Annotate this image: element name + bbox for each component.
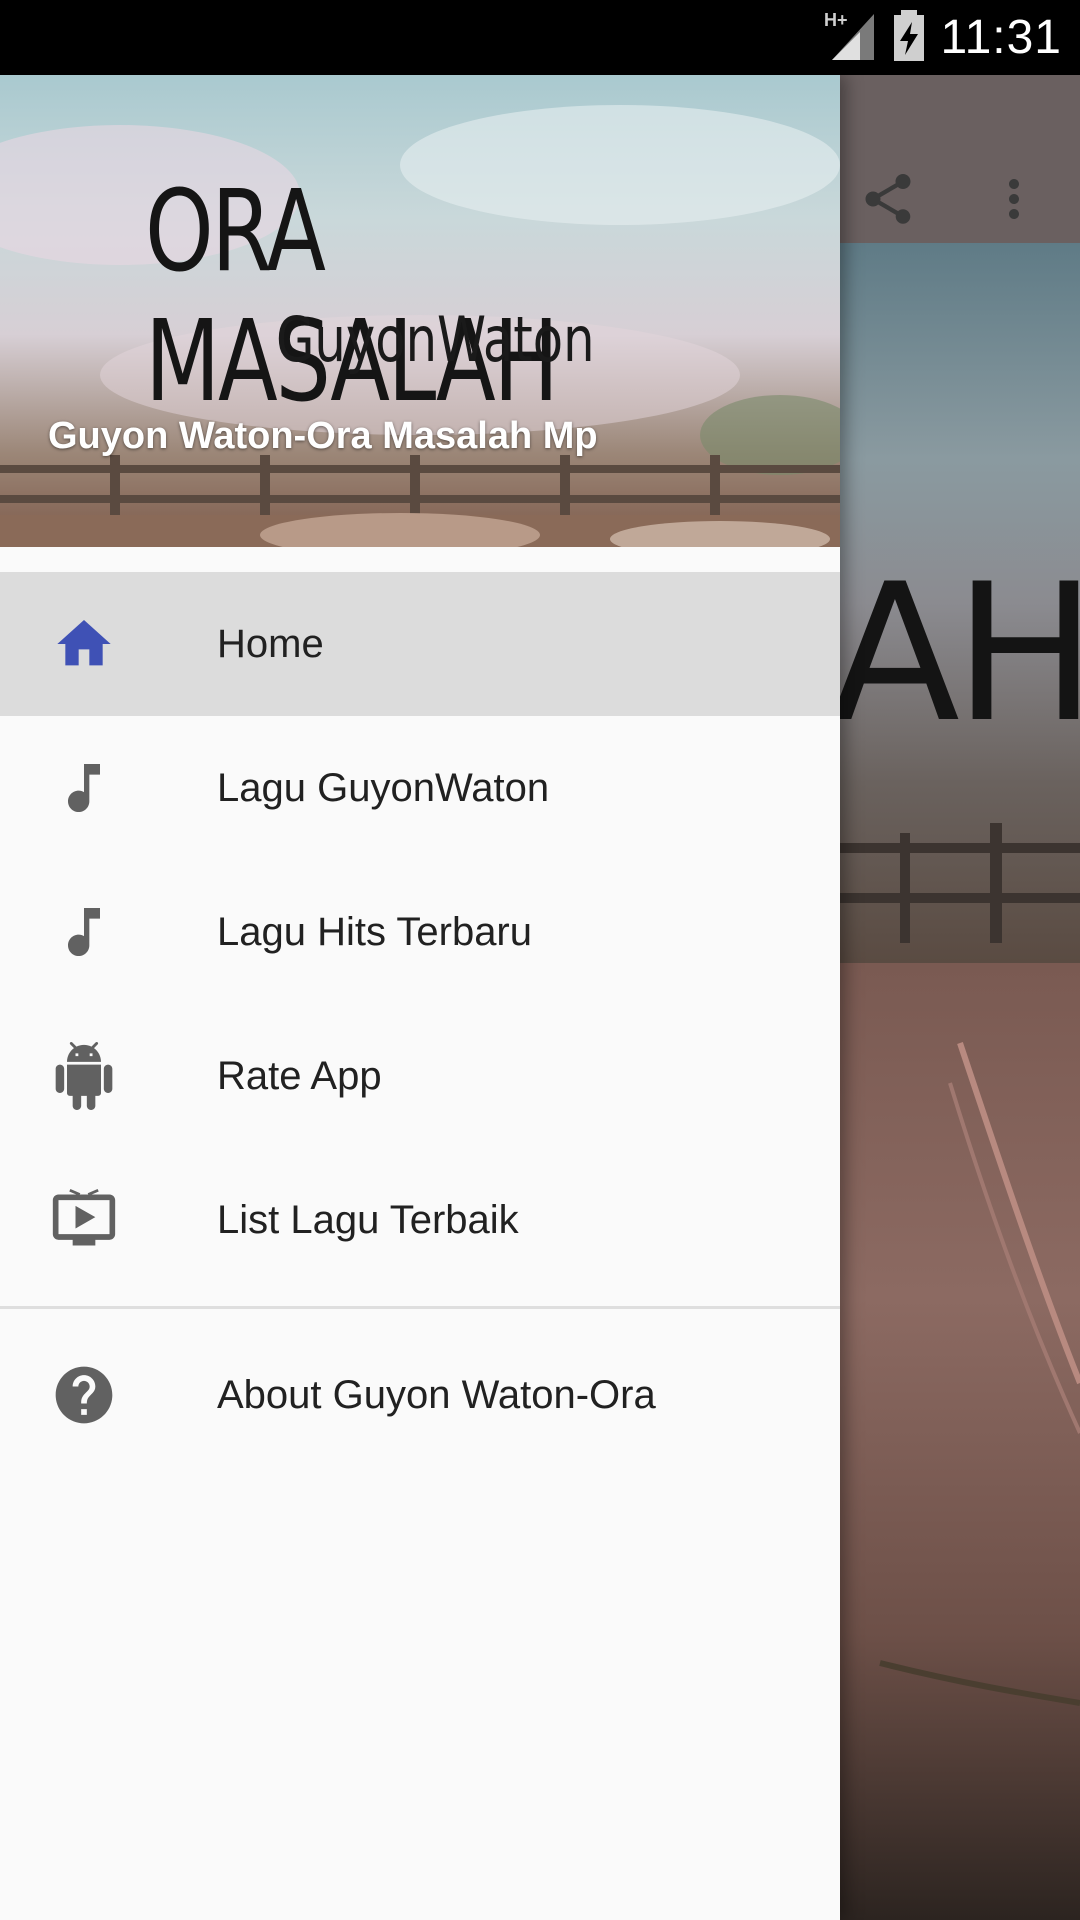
status-icons: H+ 11:31 <box>824 0 1062 75</box>
android-icon <box>50 1042 118 1110</box>
header-logo-title: ORA MASALAH <box>145 167 559 427</box>
share-button[interactable] <box>848 159 928 239</box>
menu-item-home[interactable]: Home <box>0 572 840 716</box>
menu-item-list-lagu-terbaik[interactable]: List Lagu Terbaik <box>0 1148 840 1292</box>
drawer-header-title: Guyon Waton-Ora Masalah Mp <box>48 415 598 457</box>
battery-icon <box>892 8 926 67</box>
more-vert-icon <box>1009 179 1019 219</box>
drawer-menu: Home Lagu GuyonWaton Lagu Hits Terbaru R… <box>0 572 840 1467</box>
menu-item-lagu-hits-terbaru[interactable]: Lagu Hits Terbaru <box>0 860 840 1004</box>
menu-item-rate-app[interactable]: Rate App <box>0 1004 840 1148</box>
header-logo-subtitle: GuyonWaton <box>276 303 595 376</box>
menu-item-label: List Lagu Terbaik <box>217 1197 519 1242</box>
drawer-header: ORA MASALAH GuyonWaton Guyon Waton-Ora M… <box>0 75 840 547</box>
signal-icon: H+ <box>824 8 878 67</box>
background-fence-graphic <box>840 823 1080 943</box>
help-icon <box>50 1361 118 1429</box>
music-note-icon <box>50 754 118 822</box>
overflow-menu-button[interactable] <box>974 159 1054 239</box>
menu-item-lagu-guyonwaton[interactable]: Lagu GuyonWaton <box>0 716 840 860</box>
share-icon <box>865 174 911 224</box>
home-icon <box>50 610 118 678</box>
menu-item-about[interactable]: About Guyon Waton-Ora <box>0 1323 840 1467</box>
music-note-icon <box>50 898 118 966</box>
menu-item-label: Rate App <box>217 1053 382 1098</box>
navigation-drawer: ORA MASALAH GuyonWaton Guyon Waton-Ora M… <box>0 75 840 1920</box>
background-banner-text: AH <box>830 543 1080 764</box>
status-bar: H+ 11:31 <box>0 0 1080 75</box>
menu-item-label: Lagu GuyonWaton <box>217 765 550 810</box>
menu-item-label: About Guyon Waton-Ora <box>217 1372 656 1417</box>
menu-item-label: Lagu Hits Terbaru <box>217 909 532 954</box>
header-fence-graphic <box>0 455 840 547</box>
svg-text:H+: H+ <box>824 10 848 30</box>
menu-item-label: Home <box>217 621 324 666</box>
status-time: 11:31 <box>940 11 1062 64</box>
tv-play-icon <box>50 1186 118 1254</box>
menu-divider <box>0 1306 840 1309</box>
